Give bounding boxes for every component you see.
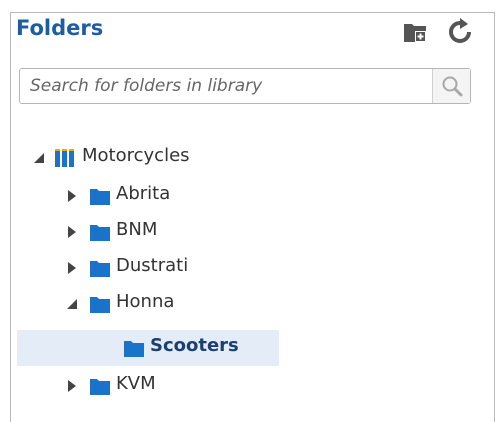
tree-node-label: Abrita — [116, 183, 171, 204]
folder-icon — [90, 379, 110, 395]
folder-search — [19, 68, 471, 104]
folder-icon — [124, 341, 144, 357]
tree-node-scooters[interactable]: Scooters — [0, 330, 485, 366]
tree-node-motorcycles[interactable]: Motorcycles — [0, 140, 485, 176]
tree-node-label: Scooters — [150, 335, 239, 356]
refresh-icon[interactable] — [446, 18, 474, 46]
folder-icon — [90, 189, 110, 205]
tree-node-honna[interactable]: Honna — [0, 286, 485, 322]
tree-node-abrita[interactable]: Abrita — [0, 178, 485, 214]
tree-node-label: Motorcycles — [82, 145, 190, 166]
folder-icon — [90, 297, 110, 313]
search-button[interactable] — [432, 69, 470, 103]
expanded-triangle-icon[interactable] — [66, 297, 78, 311]
tree-node-label: Dustrati — [116, 255, 189, 276]
tree-node-label: KVM — [116, 373, 156, 394]
collapsed-triangle-icon[interactable] — [66, 379, 78, 393]
folder-icon — [90, 225, 110, 241]
expanded-triangle-icon[interactable] — [33, 151, 45, 165]
tree-node-label: Honna — [116, 291, 175, 312]
folder-icon — [90, 261, 110, 277]
collapsed-triangle-icon[interactable] — [66, 189, 78, 203]
tree-node-dustrati[interactable]: Dustrati — [0, 250, 485, 286]
selection-highlight — [17, 330, 279, 366]
new-folder-icon[interactable] — [402, 18, 430, 46]
panel-title: Folders — [16, 16, 104, 40]
collapsed-triangle-icon[interactable] — [66, 225, 78, 239]
tree-node-bnm[interactable]: BNM — [0, 214, 485, 250]
collapsed-triangle-icon[interactable] — [66, 261, 78, 275]
magnifier-icon — [442, 76, 463, 97]
library-icon — [55, 149, 74, 167]
tree-node-label: BNM — [116, 219, 158, 240]
search-input[interactable] — [20, 69, 430, 103]
tree-node-kvm[interactable]: KVM — [0, 368, 485, 404]
